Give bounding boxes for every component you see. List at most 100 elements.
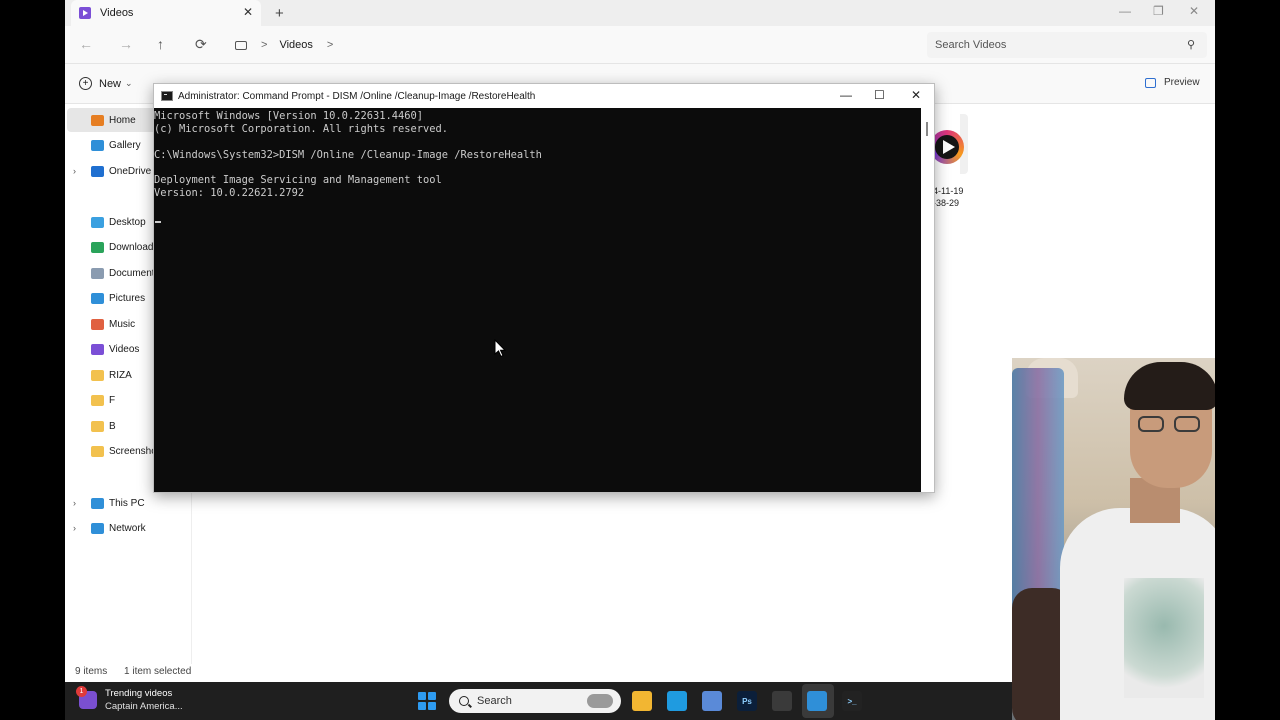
status-bar: 9 items 1 item selected xyxy=(75,666,205,677)
sidebar-item-label: Videos xyxy=(109,343,140,355)
sidebar-item-label: B xyxy=(109,420,116,432)
taskbar-search-label: Search xyxy=(477,695,512,707)
home-icon xyxy=(91,114,104,126)
network-icon xyxy=(91,522,104,534)
desktop: Videos ✕ + — ❐ ✕ ← → ↑ ⟳ > Videos > Sear… xyxy=(0,0,1280,720)
widget-text: Trending videos Captain America... xyxy=(105,687,183,713)
widget-video-icon: 1 xyxy=(76,686,97,709)
calculator-icon[interactable] xyxy=(702,691,722,711)
cmd-maximize-button[interactable]: ☐ xyxy=(874,88,885,102)
breadcrumb[interactable]: > Videos > xyxy=(225,32,915,58)
videos-icon xyxy=(91,343,104,355)
documents-icon xyxy=(91,267,104,279)
minimize-button[interactable]: — xyxy=(1119,4,1131,18)
chevron-right-icon[interactable]: › xyxy=(73,498,76,508)
search-input[interactable]: Search Videos ⚲ xyxy=(927,32,1207,58)
sidebar-item-label: Home xyxy=(109,114,136,126)
sidebar-item-this-pc[interactable]: › This PC xyxy=(65,491,189,515)
tab-videos[interactable]: Videos ✕ xyxy=(71,0,261,26)
gallery-icon xyxy=(91,139,104,151)
sidebar-item-label: Gallery xyxy=(109,139,141,151)
preview-pane-icon xyxy=(1145,77,1156,88)
console-line: Deployment Image Servicing and Managemen… xyxy=(154,174,442,187)
chevron-right-icon[interactable]: › xyxy=(73,166,76,176)
cmd-window-title: Administrator: Command Prompt - DISM /On… xyxy=(178,90,536,102)
sidebar-item-label: OneDrive xyxy=(109,165,152,177)
sidebar-item-label: Desktop xyxy=(109,216,146,228)
breadcrumb-videos[interactable]: Videos xyxy=(279,39,312,51)
folder-icon xyxy=(91,420,104,432)
preview-label: Preview xyxy=(1164,77,1200,88)
file-name-line2[interactable]: -38-29 xyxy=(933,198,959,208)
this-pc-icon xyxy=(91,497,104,509)
photoshop-icon[interactable]: Ps xyxy=(737,691,757,711)
new-button[interactable]: + New ⌄ xyxy=(79,77,133,90)
close-tab-icon[interactable]: ✕ xyxy=(243,5,253,19)
folder-icon xyxy=(91,369,104,381)
search-placeholder: Search Videos xyxy=(935,39,1007,51)
back-button[interactable]: ← xyxy=(79,36,93,52)
recorder-icon[interactable] xyxy=(772,691,792,711)
webcam-shirt-print xyxy=(1124,578,1204,698)
address-bar: ← → ↑ ⟳ > Videos > Search Videos ⚲ xyxy=(65,26,1215,64)
pictures-icon xyxy=(91,292,104,304)
webcam-overlay xyxy=(1012,358,1215,720)
widgets-button[interactable]: 1 Trending videos Captain America... xyxy=(76,686,183,713)
cmd-close-button[interactable]: ✕ xyxy=(911,88,921,102)
sidebar-item-label: Network xyxy=(109,522,146,534)
windows-logo-tile xyxy=(428,692,436,700)
this-pc-icon xyxy=(235,40,247,50)
command-prompt-window[interactable]: Administrator: Command Prompt - DISM /On… xyxy=(153,83,935,493)
terminal-icon[interactable]: >_ xyxy=(842,691,862,711)
windows-logo-tile xyxy=(418,692,426,700)
widget-subtitle: Captain America... xyxy=(105,701,183,712)
taskbar-search[interactable]: Search xyxy=(449,689,621,713)
chevron-right-icon: > xyxy=(326,39,334,51)
up-button[interactable]: ↑ xyxy=(157,36,164,52)
refresh-button[interactable]: ⟳ xyxy=(195,36,207,53)
maximize-button[interactable]: ❐ xyxy=(1153,4,1164,18)
videos-icon xyxy=(79,7,91,19)
forward-button[interactable]: → xyxy=(119,36,133,52)
scrollbar-thumb[interactable] xyxy=(926,122,928,136)
downloads-icon xyxy=(91,241,104,253)
text-cursor xyxy=(155,221,161,223)
search-highlight-icon xyxy=(587,694,613,708)
new-tab-button[interactable]: + xyxy=(275,5,284,22)
chevron-down-icon: ⌄ xyxy=(125,78,133,88)
sidebar-item-label: F xyxy=(109,394,116,406)
file-name-line1[interactable]: 4-11-19 xyxy=(933,186,963,196)
folder-icon xyxy=(91,445,104,457)
music-icon xyxy=(91,318,104,330)
folder-icon xyxy=(91,394,104,406)
chevron-right-icon[interactable]: › xyxy=(73,523,76,533)
sidebar-item-label: RIZA xyxy=(109,369,132,381)
sidebar-item-label: Pictures xyxy=(109,292,146,304)
desktop-icon xyxy=(91,216,104,228)
cmd-title-bar[interactable]: Administrator: Command Prompt - DISM /On… xyxy=(154,84,934,108)
glasses-left-lens xyxy=(1138,416,1164,432)
webcam-bg-cloth xyxy=(1012,368,1064,618)
edge-icon[interactable] xyxy=(667,691,687,711)
sidebar-item-network[interactable]: › Network xyxy=(65,516,189,540)
file-explorer-icon[interactable] xyxy=(632,691,652,711)
tab-title: Videos xyxy=(100,7,134,19)
photos-icon[interactable] xyxy=(807,691,827,711)
cmd-scrollbar[interactable] xyxy=(921,108,934,492)
taskbar: 1 Trending videos Captain America... Sea… xyxy=(65,682,1012,720)
sidebar-item-label: Music xyxy=(109,318,136,330)
sidebar-item-label: This PC xyxy=(109,497,145,509)
start-button[interactable] xyxy=(418,692,436,710)
notification-badge: 1 xyxy=(76,686,87,697)
search-icon xyxy=(459,696,469,706)
cmd-minimize-button[interactable]: — xyxy=(840,88,852,102)
chevron-right-icon: > xyxy=(261,39,268,51)
close-window-button[interactable]: ✕ xyxy=(1189,4,1199,18)
sidebar-item-label: Documents xyxy=(109,267,160,279)
onedrive-icon xyxy=(91,165,104,177)
play-icon xyxy=(943,140,955,154)
console-output[interactable]: Microsoft Windows [Version 10.0.22631.44… xyxy=(154,108,922,492)
glasses-right-lens xyxy=(1174,416,1200,432)
preview-button[interactable]: Preview xyxy=(1145,77,1200,88)
